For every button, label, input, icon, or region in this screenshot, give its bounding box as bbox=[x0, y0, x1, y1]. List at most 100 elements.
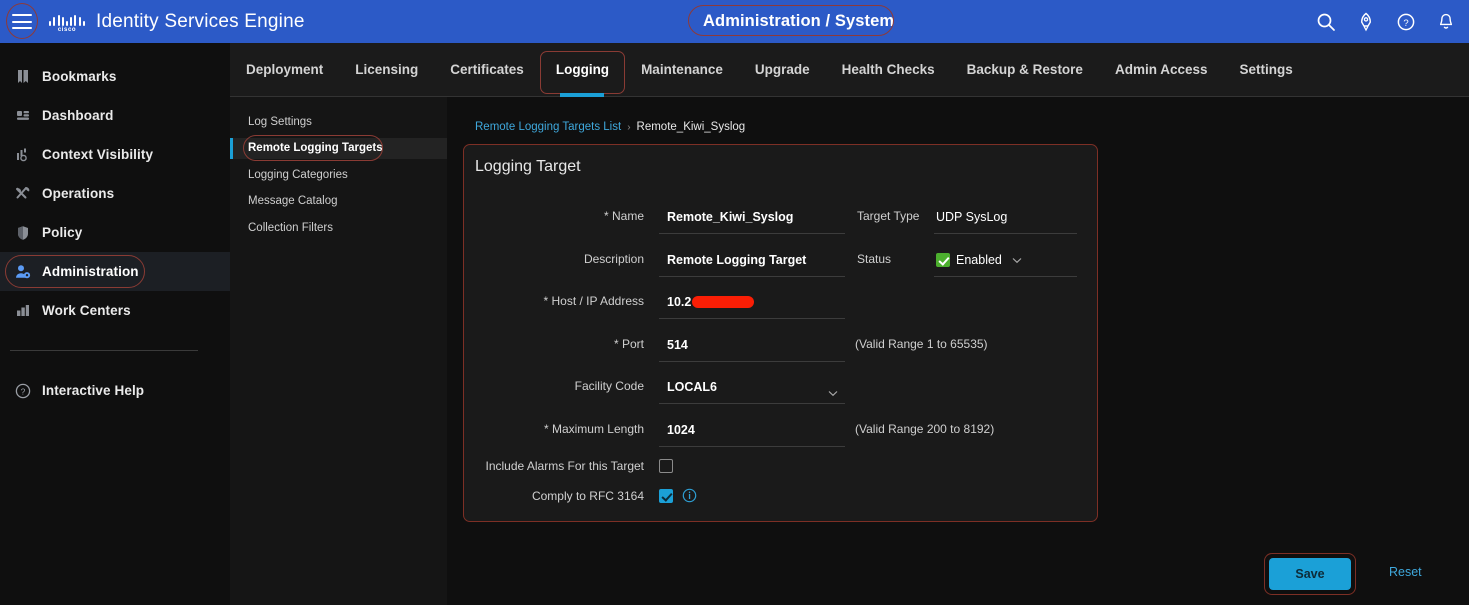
status-dropdown[interactable]: Enabled bbox=[934, 244, 1077, 277]
app-title: Identity Services Engine bbox=[96, 10, 305, 32]
chevron-down-icon bbox=[1012, 251, 1022, 269]
subnav-item-label: Remote Logging Targets bbox=[248, 142, 383, 155]
secondary-nav: Log Settings Remote Logging Targets Logg… bbox=[230, 97, 447, 605]
tab-label: Logging bbox=[555, 62, 610, 77]
breadcrumb: Remote Logging Targets List › Remote_Kiw… bbox=[475, 121, 745, 133]
top-bar: cisco Identity Services Engine Administr… bbox=[0, 0, 1469, 43]
tab-admin-access[interactable]: Admin Access bbox=[1099, 43, 1224, 97]
bell-icon[interactable] bbox=[1435, 11, 1457, 33]
sidebar-item-label: Context Visibility bbox=[42, 147, 154, 162]
sidebar-item-label: Work Centers bbox=[42, 303, 131, 318]
subnav-item-log-settings[interactable]: Log Settings bbox=[230, 111, 447, 133]
subnav-item-collection-filters[interactable]: Collection Filters bbox=[230, 217, 447, 239]
context-title-wrap: Administration / System bbox=[690, 6, 907, 37]
description-value: Remote Logging Target bbox=[667, 252, 807, 267]
tab-backup-restore[interactable]: Backup & Restore bbox=[951, 43, 1099, 97]
target-type-field: UDP SysLog bbox=[934, 201, 1077, 234]
host-ip-field[interactable]: 10.2 bbox=[659, 286, 845, 320]
main-content: Remote Logging Targets List › Remote_Kiw… bbox=[447, 97, 1469, 605]
sidebar-item-label: Operations bbox=[42, 186, 115, 201]
sidebar-item-work-centers[interactable]: Work Centers bbox=[0, 291, 230, 330]
sidebar-divider bbox=[10, 350, 198, 351]
bar-chart-icon bbox=[10, 300, 36, 322]
tab-logging[interactable]: Logging bbox=[539, 43, 626, 97]
tools-icon bbox=[10, 183, 36, 205]
name-value: Remote_Kiwi_Syslog bbox=[667, 210, 794, 224]
form-row-name: * Name Remote_Kiwi_Syslog Target Type UD… bbox=[464, 197, 1097, 240]
sidebar-item-label: Dashboard bbox=[42, 108, 114, 123]
info-icon[interactable] bbox=[682, 488, 697, 503]
comply-rfc-checkbox[interactable] bbox=[659, 488, 673, 503]
left-sidebar: Bookmarks Dashboard Context Visibility O… bbox=[0, 43, 230, 605]
svg-text:?: ? bbox=[21, 386, 26, 396]
sidebar-item-context-visibility[interactable]: Context Visibility bbox=[0, 135, 230, 174]
rocket-icon[interactable] bbox=[1355, 11, 1377, 33]
dashboard-icon bbox=[10, 105, 36, 127]
form-row-comply-rfc: Comply to RFC 3164 bbox=[464, 483, 1097, 513]
help-circle-icon[interactable]: ? bbox=[1395, 11, 1417, 33]
form-row-include-alarms: Include Alarms For this Target bbox=[464, 453, 1097, 483]
logging-target-form: * Name Remote_Kiwi_Syslog Target Type UD… bbox=[464, 197, 1097, 513]
topbar-icon-group: ? bbox=[1315, 0, 1457, 43]
bookmark-icon bbox=[10, 66, 36, 88]
logging-target-card: Logging Target * Name Remote_Kiwi_Syslog… bbox=[464, 145, 1097, 521]
tab-settings[interactable]: Settings bbox=[1224, 43, 1309, 97]
save-button[interactable]: Save bbox=[1269, 558, 1351, 590]
search-icon[interactable] bbox=[1315, 11, 1337, 33]
tab-label: Certificates bbox=[450, 62, 524, 77]
tab-certificates[interactable]: Certificates bbox=[434, 43, 540, 97]
facility-code-value: LOCAL6 bbox=[667, 380, 717, 395]
sidebar-item-interactive-help[interactable]: ? Interactive Help bbox=[0, 371, 230, 410]
shield-icon bbox=[10, 222, 36, 244]
form-row-host-ip: * Host / IP Address 10.2 bbox=[464, 282, 1097, 325]
sidebar-item-dashboard[interactable]: Dashboard bbox=[0, 96, 230, 135]
port-value: 514 bbox=[667, 337, 688, 352]
form-row-facility-code: Facility Code LOCAL6 bbox=[464, 367, 1097, 410]
facility-code-dropdown[interactable]: LOCAL6 bbox=[659, 371, 845, 405]
tab-label: Admin Access bbox=[1114, 62, 1208, 77]
name-field[interactable]: Remote_Kiwi_Syslog bbox=[659, 201, 845, 234]
chevron-down-icon bbox=[828, 384, 838, 397]
breadcrumb-link-targets-list[interactable]: Remote Logging Targets List bbox=[475, 121, 621, 133]
tab-maintenance[interactable]: Maintenance bbox=[625, 43, 739, 97]
form-row-max-length: * Maximum Length 1024 (Valid Range 200 t… bbox=[464, 410, 1097, 453]
tab-label: Deployment bbox=[246, 62, 324, 77]
cisco-wordmark: cisco bbox=[57, 26, 77, 33]
target-type-value: UDP SysLog bbox=[936, 210, 1008, 224]
sidebar-item-administration[interactable]: Administration bbox=[0, 252, 230, 291]
tab-upgrade[interactable]: Upgrade bbox=[739, 43, 826, 97]
tab-label: Maintenance bbox=[641, 62, 723, 77]
max-length-field[interactable]: 1024 bbox=[659, 414, 845, 447]
card-title: Logging Target bbox=[475, 158, 581, 175]
description-field[interactable]: Remote Logging Target bbox=[659, 244, 845, 277]
tab-health-checks[interactable]: Health Checks bbox=[826, 43, 951, 97]
subnav-item-logging-categories[interactable]: Logging Categories bbox=[230, 164, 447, 186]
page-title: Administration / System bbox=[703, 12, 895, 30]
sidebar-item-policy[interactable]: Policy bbox=[0, 213, 230, 252]
tab-deployment[interactable]: Deployment bbox=[230, 43, 339, 97]
sidebar-item-label: Bookmarks bbox=[42, 69, 117, 84]
description-label: Description bbox=[583, 251, 644, 266]
reset-button[interactable]: Reset bbox=[1389, 565, 1422, 579]
max-length-hint: (Valid Range 200 to 8192) bbox=[855, 421, 995, 436]
include-alarms-checkbox[interactable] bbox=[659, 458, 673, 473]
comply-rfc-label: Comply to RFC 3164 bbox=[531, 488, 644, 503]
tab-licensing[interactable]: Licensing bbox=[339, 43, 434, 97]
max-length-label: * Maximum Length bbox=[543, 421, 644, 436]
primary-tab-bar: Deployment Licensing Certificates Loggin… bbox=[230, 43, 1469, 97]
hamburger-icon bbox=[12, 14, 32, 29]
port-label: * Port bbox=[613, 336, 644, 351]
subnav-item-label: Message Catalog bbox=[248, 195, 338, 208]
sidebar-item-label: Administration bbox=[42, 264, 139, 279]
subnav-item-remote-logging-targets[interactable]: Remote Logging Targets bbox=[230, 134, 447, 161]
status-label: Status bbox=[857, 251, 892, 266]
tab-label: Settings bbox=[1239, 62, 1293, 77]
sidebar-item-bookmarks[interactable]: Bookmarks bbox=[0, 57, 230, 96]
port-field[interactable]: 514 bbox=[659, 329, 845, 362]
menu-toggle-button[interactable] bbox=[0, 0, 44, 43]
breadcrumb-separator-icon: › bbox=[627, 121, 631, 133]
tab-label: Upgrade bbox=[754, 62, 810, 77]
subnav-item-message-catalog[interactable]: Message Catalog bbox=[230, 191, 447, 213]
sidebar-item-operations[interactable]: Operations bbox=[0, 174, 230, 213]
facility-code-label: Facility Code bbox=[574, 379, 644, 394]
